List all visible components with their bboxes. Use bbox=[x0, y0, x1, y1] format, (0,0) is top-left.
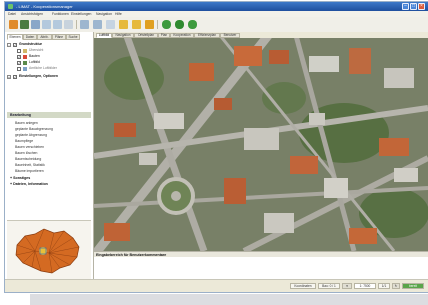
collapse-icon[interactable]: - bbox=[7, 42, 11, 47]
tree-icon[interactable] bbox=[162, 20, 171, 29]
page-indicator: 1/1 bbox=[378, 283, 390, 289]
minimize-button[interactable]: – bbox=[402, 3, 409, 10]
home-icon[interactable] bbox=[9, 20, 18, 29]
checkbox-icon[interactable] bbox=[17, 66, 21, 71]
tab-suche[interactable]: Suche bbox=[66, 34, 80, 40]
tree-item-label: Bauten bbox=[29, 54, 40, 58]
tab-attrib[interactable]: Attrib. bbox=[37, 34, 52, 40]
building-count-field: Bau: 0 / 1 bbox=[318, 283, 340, 289]
tab-daten[interactable]: Daten bbox=[23, 34, 37, 40]
section-label: Sonstiges bbox=[13, 176, 31, 180]
undo-icon[interactable] bbox=[42, 20, 51, 29]
layer-icon bbox=[23, 54, 27, 59]
comment-input[interactable] bbox=[94, 257, 428, 279]
task-link[interactable]: geplante Bauabgrenzung bbox=[15, 127, 53, 131]
task-link[interactable]: Bauen verschieben bbox=[15, 145, 44, 149]
left-panel: Ebenen Daten Attrib. Pläne Suche - ✓ Gru… bbox=[5, 32, 94, 279]
tree-icon[interactable] bbox=[188, 20, 197, 29]
task-link[interactable]: Bauentscheidung bbox=[15, 157, 41, 161]
city-outline bbox=[15, 228, 80, 274]
tab-ebenen[interactable]: Ebenen bbox=[7, 34, 23, 40]
checkbox-checked-icon[interactable]: ✓ bbox=[13, 74, 17, 79]
tree-group-label: Grundstruktur bbox=[19, 42, 42, 46]
task-link[interactable]: Baueinheit, Statistik bbox=[15, 163, 45, 167]
section-dateien[interactable]: + Dateien, Information bbox=[7, 182, 91, 187]
tree-group-einstellungen[interactable]: + ✓ Einstellungen, Optionen bbox=[7, 74, 91, 79]
scale-select[interactable]: 1: 7500 bbox=[354, 283, 376, 289]
tools-icon[interactable] bbox=[64, 20, 73, 29]
title-bar: - LIMAT - Kooperationsmanager – □ × bbox=[5, 2, 428, 11]
chevron-down-icon[interactable]: ▾ bbox=[342, 283, 352, 289]
overview-map[interactable] bbox=[7, 220, 91, 279]
ready-indicator: bereit bbox=[402, 283, 424, 289]
coordinates-field: Koordinaten bbox=[290, 283, 316, 289]
menu-ansichtsfolgen[interactable]: Ansichtsfolgen bbox=[21, 12, 43, 16]
tree-item-label: Amtliche Luftbilder bbox=[29, 66, 57, 70]
menu-datei[interactable]: Datei bbox=[8, 12, 16, 16]
tree-item-label: Luftbild bbox=[29, 60, 40, 64]
print-icon[interactable] bbox=[31, 20, 40, 29]
tree-item-amtliche-luftbilder[interactable]: Amtliche Luftbilder bbox=[17, 66, 91, 71]
toolbar-separator bbox=[76, 20, 77, 29]
checkbox-checked-icon[interactable]: ✓ bbox=[13, 42, 17, 47]
checkbox-checked-icon[interactable]: ✓ bbox=[17, 54, 21, 59]
application-window: - LIMAT - Kooperationsmanager – □ × Date… bbox=[5, 2, 428, 292]
layer-icon bbox=[23, 60, 27, 65]
close-button[interactable]: × bbox=[418, 3, 425, 10]
checkbox-icon[interactable] bbox=[17, 48, 21, 53]
main-area: Luftbild Navigation Ortsteilplan Plan Ko… bbox=[94, 32, 428, 279]
save-icon[interactable] bbox=[20, 20, 29, 29]
tree-item-bauten[interactable]: ✓ Bauten bbox=[17, 54, 91, 59]
toolbar bbox=[5, 17, 428, 33]
expand-icon[interactable]: + bbox=[7, 74, 11, 79]
redo-icon[interactable] bbox=[53, 20, 62, 29]
tree-icon[interactable] bbox=[175, 20, 184, 29]
checkbox-checked-icon[interactable]: ✓ bbox=[17, 60, 21, 65]
layers-icon[interactable] bbox=[80, 20, 89, 29]
aerial-photo-map[interactable] bbox=[94, 38, 428, 251]
maximize-button[interactable]: □ bbox=[410, 3, 417, 10]
refresh-icon[interactable]: ↻ bbox=[392, 283, 400, 289]
background-strip bbox=[30, 294, 428, 305]
task-panel: Bearbeitung Bauen anlegen geplante Bauab… bbox=[7, 112, 91, 208]
tree-group-grundstruktur[interactable]: - ✓ Grundstruktur bbox=[7, 42, 91, 47]
window-title: - LIMAT - Kooperationsmanager bbox=[16, 4, 73, 9]
menu-einstellungen[interactable]: Einstellungen bbox=[71, 12, 91, 16]
star-icon[interactable] bbox=[145, 20, 154, 29]
task-link[interactable]: Bauen löschen bbox=[15, 151, 37, 155]
menu-hilfe[interactable]: Hilfe bbox=[115, 12, 122, 16]
tree-group-label: Einstellungen, Optionen bbox=[19, 74, 58, 78]
section-sonstiges[interactable]: + Sonstiges bbox=[7, 176, 91, 181]
menu-funktionen[interactable]: Funktionen bbox=[52, 12, 69, 16]
tree-item-uebersicht[interactable]: Übersicht bbox=[17, 48, 91, 53]
layer-tree: - ✓ Grundstruktur Übersicht ✓ Bauten ✓ L… bbox=[7, 42, 91, 112]
toolbar-separator bbox=[157, 20, 158, 29]
aerial-photo[interactable] bbox=[94, 38, 428, 251]
app-icon bbox=[8, 4, 13, 9]
task-link[interactable]: geplante Abgrenzung bbox=[15, 133, 47, 137]
section-label: Dateien, Information bbox=[13, 182, 48, 186]
task-header[interactable]: Bearbeitung bbox=[7, 112, 91, 118]
menu-navigation[interactable]: Navigation bbox=[96, 12, 112, 16]
tab-plaene[interactable]: Pläne bbox=[52, 34, 66, 40]
task-link[interactable]: Baumpflege bbox=[15, 139, 33, 143]
settings-icon[interactable] bbox=[93, 20, 102, 29]
tree-item-label: Übersicht bbox=[29, 48, 44, 52]
folder-open-icon[interactable] bbox=[119, 20, 128, 29]
layer-icon bbox=[23, 48, 27, 53]
folder-icon[interactable] bbox=[132, 20, 141, 29]
task-link[interactable]: Bäume importieren bbox=[15, 169, 44, 173]
status-bar: Koordinaten Bau: 0 / 1 ▾ 1: 7500 1/1 ↻ b… bbox=[5, 279, 428, 292]
task-link[interactable]: Bauen anlegen bbox=[15, 121, 38, 125]
layer-icon bbox=[23, 66, 27, 71]
city-district-map[interactable] bbox=[7, 221, 91, 279]
tree-item-luftbild[interactable]: ✓ Luftbild bbox=[17, 60, 91, 65]
tools-icon[interactable] bbox=[106, 20, 115, 29]
